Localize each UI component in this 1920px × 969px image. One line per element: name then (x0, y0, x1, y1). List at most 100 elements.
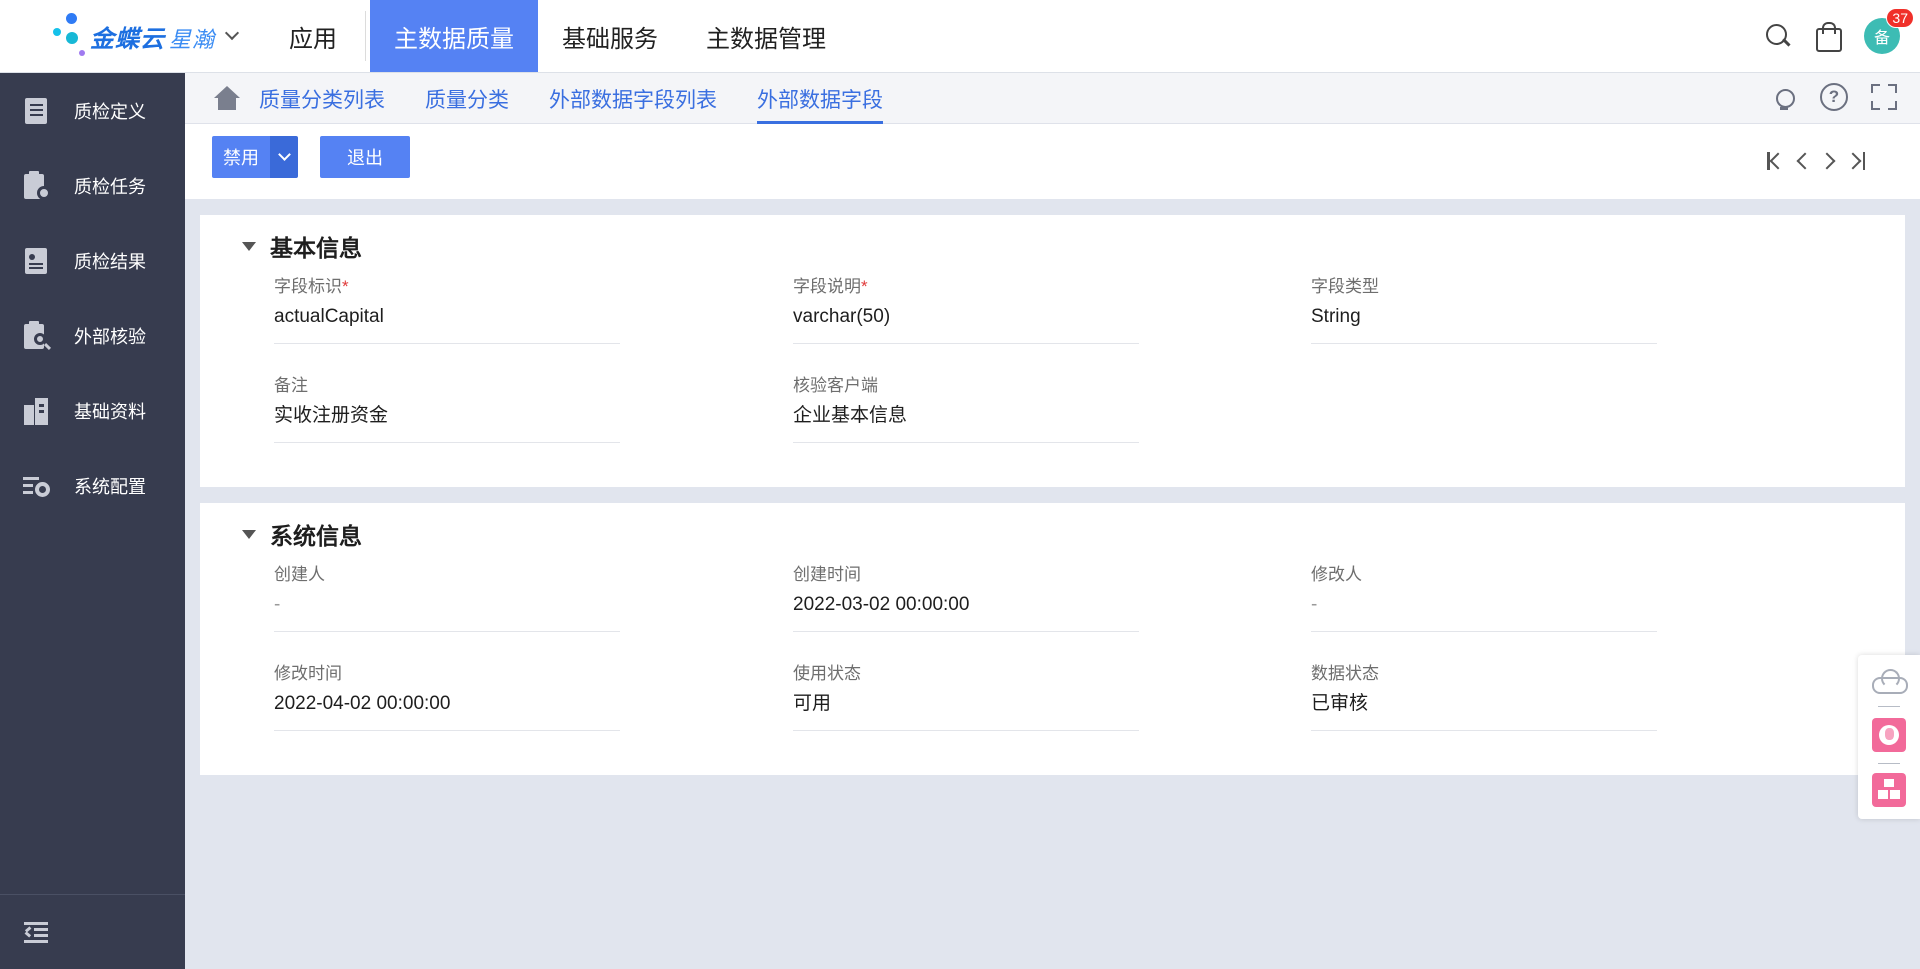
field-remark[interactable]: 备注 实收注册资金 (274, 373, 620, 443)
home-icon[interactable] (213, 86, 241, 112)
breadcrumb: 质量分类列表 质量分类 外部数据字段列表 外部数据字段 ? (185, 73, 1920, 124)
breadcrumb-external-field[interactable]: 外部数据字段 (757, 73, 883, 124)
nav-divider (365, 11, 366, 61)
field-value: 企业基本信息 (793, 405, 908, 426)
clipboard-search-icon (22, 320, 52, 351)
field-value: varchar(50) (793, 306, 891, 327)
field-modified-time[interactable]: 修改时间 2022-04-02 00:00:00 (274, 661, 620, 731)
sidebar-footer (0, 894, 185, 969)
sidebar-item-system-config[interactable]: 系统配置 (0, 448, 185, 523)
nav-item-apps[interactable]: 应用 (265, 0, 361, 72)
next-page-icon[interactable] (1818, 150, 1837, 172)
sidebar-item-qc-definition[interactable]: 质检定义 (0, 73, 185, 148)
record-pager (1767, 150, 1865, 172)
sidebar-item-label: 基础资料 (74, 401, 146, 422)
sidebar-item-label: 系统配置 (74, 476, 146, 497)
field-value: - (274, 594, 281, 615)
field-value: String (1311, 306, 1361, 327)
app-logo[interactable]: 金蝶云 星瀚 (50, 12, 250, 60)
field-value: 可用 (793, 693, 832, 714)
field-label: 修改人 (1311, 565, 1362, 584)
prev-page-icon[interactable] (1795, 150, 1814, 172)
book-icon (22, 96, 50, 126)
field-value: 实收注册资金 (274, 405, 389, 426)
field-identifier[interactable]: 字段标识* actualCapital (274, 274, 620, 344)
basic-info-section: 基本信息 字段标识* actualCapital 字段说明* varchar(5… (200, 215, 1905, 487)
report-icon (22, 246, 50, 276)
sidebar-item-label: 外部核验 (74, 326, 146, 347)
breadcrumb-external-field-list[interactable]: 外部数据字段列表 (549, 73, 717, 124)
sidebar-item-label: 质检结果 (74, 251, 146, 272)
field-data-status[interactable]: 数据状态 已审核 (1311, 661, 1657, 731)
org-chart-app-icon[interactable] (1872, 773, 1906, 807)
first-page-icon[interactable] (1767, 150, 1787, 172)
breadcrumb-quality-category-list[interactable]: 质量分类列表 (259, 73, 385, 124)
logo-text: 金蝶云 星瀚 (90, 25, 216, 53)
nav-item-master-data-quality[interactable]: 主数据质量 (370, 0, 538, 72)
sidebar: 质检定义 质检任务 质检结果 外部核验 基础资料 系统配置 (0, 73, 185, 969)
system-info-header[interactable]: 系统信息 (242, 517, 362, 551)
shopping-bag-icon[interactable] (1814, 22, 1842, 52)
nav-item-basic-services[interactable]: 基础服务 (538, 0, 682, 72)
field-value: 2022-04-02 00:00:00 (274, 693, 451, 714)
field-description[interactable]: 字段说明* varchar(50) (793, 274, 1139, 344)
field-verification-client[interactable]: 核验客户端 企业基本信息 (793, 373, 1139, 443)
logo-mark-icon (50, 12, 90, 60)
building-icon (22, 396, 50, 426)
fullscreen-icon[interactable] (1870, 83, 1898, 111)
field-modifier[interactable]: 修改人 - (1311, 562, 1657, 632)
sidebar-item-basic-data[interactable]: 基础资料 (0, 373, 185, 448)
search-icon[interactable] (1764, 22, 1792, 50)
nav-item-master-data-management[interactable]: 主数据管理 (682, 0, 850, 72)
field-label: 字段类型 (1311, 277, 1379, 296)
field-usage-status[interactable]: 使用状态 可用 (793, 661, 1139, 731)
cloud-icon[interactable] (1872, 669, 1908, 694)
top-right-actions: 备 37 (1764, 8, 1914, 58)
toolbar: 禁用 退出 (185, 124, 1920, 199)
breadcrumb-quality-category[interactable]: 质量分类 (425, 73, 509, 124)
collapse-triangle-icon (242, 529, 256, 539)
breadcrumb-items: 质量分类列表 质量分类 外部数据字段列表 外部数据字段 (259, 73, 923, 124)
settings-list-icon (22, 471, 50, 501)
field-created-time[interactable]: 创建时间 2022-03-02 00:00:00 (793, 562, 1139, 632)
field-label: 备注 (274, 376, 308, 395)
field-value: - (1311, 594, 1318, 615)
notification-badge: 37 (1886, 8, 1914, 28)
field-type[interactable]: 字段类型 String (1311, 274, 1657, 344)
field-label: 字段标识* (274, 277, 349, 296)
chevron-down-icon (277, 148, 291, 161)
top-nav: 应用 主数据质量 基础服务 主数据管理 (265, 0, 850, 72)
avatar[interactable]: 备 37 (1864, 8, 1914, 54)
sidebar-item-label: 质检任务 (74, 176, 146, 197)
section-title: 基本信息 (270, 235, 362, 261)
disable-dropdown-button[interactable] (270, 136, 298, 178)
field-label: 使用状态 (793, 664, 861, 683)
sidebar-item-qc-task[interactable]: 质检任务 (0, 148, 185, 223)
divider (1878, 763, 1900, 764)
help-icon[interactable]: ? (1820, 83, 1848, 111)
field-value: actualCapital (274, 306, 384, 327)
field-label: 核验客户端 (793, 376, 878, 395)
sidebar-item-external-verification[interactable]: 外部核验 (0, 298, 185, 373)
globe-app-icon[interactable] (1872, 718, 1906, 752)
clipboard-gear-icon (22, 170, 51, 201)
divider (1878, 706, 1900, 707)
collapse-menu-icon[interactable] (24, 921, 50, 943)
disable-split-button: 禁用 (212, 136, 298, 178)
field-label: 字段说明* (793, 277, 868, 296)
lightbulb-icon[interactable] (1770, 83, 1798, 113)
last-page-icon[interactable] (1844, 150, 1865, 172)
basic-info-header[interactable]: 基本信息 (242, 229, 362, 263)
disable-button[interactable]: 禁用 (212, 136, 270, 178)
chevron-down-icon[interactable] (224, 25, 240, 41)
page-utility-icons: ? (1770, 83, 1898, 113)
field-label: 数据状态 (1311, 664, 1379, 683)
field-creator[interactable]: 创建人 - (274, 562, 620, 632)
sidebar-item-label: 质检定义 (74, 101, 146, 122)
floating-shortcut-panel (1858, 655, 1920, 819)
field-value: 2022-03-02 00:00:00 (793, 594, 970, 615)
sidebar-item-qc-result[interactable]: 质检结果 (0, 223, 185, 298)
exit-button[interactable]: 退出 (320, 136, 410, 178)
section-title: 系统信息 (270, 523, 362, 549)
field-label: 修改时间 (274, 664, 342, 683)
